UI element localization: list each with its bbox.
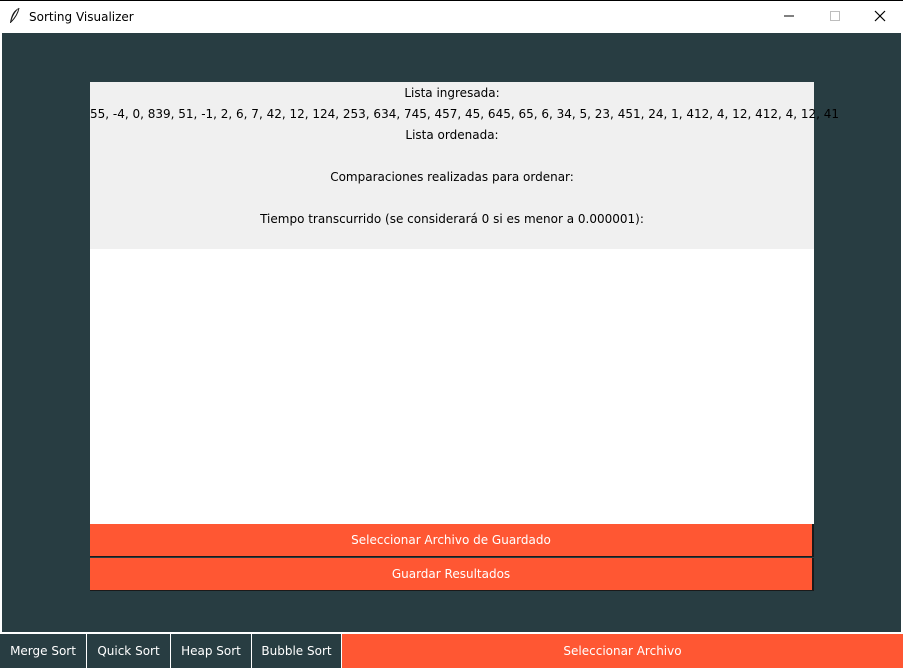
- input-list-values: 55, -4, 0, 839, 51, -1, 2, 6, 7, 42, 12,…: [90, 107, 840, 121]
- close-icon: [874, 10, 886, 22]
- visualization-canvas: [90, 249, 814, 524]
- info-panel: Lista ingresada: 55, -4, 0, 839, 51, -1,…: [90, 82, 840, 249]
- heap-sort-button[interactable]: Heap Sort: [171, 634, 252, 668]
- select-file-button[interactable]: Seleccionar Archivo: [342, 634, 903, 668]
- quick-sort-button[interactable]: Quick Sort: [87, 634, 171, 668]
- bubble-sort-button[interactable]: Bubble Sort: [252, 634, 342, 668]
- input-list-label: Lista ingresada:: [404, 86, 500, 100]
- comparisons-label: Comparaciones realizadas para ordenar:: [330, 170, 574, 184]
- maximize-icon: [830, 11, 840, 21]
- save-results-button[interactable]: Guardar Resultados: [90, 558, 814, 591]
- minimize-icon: [784, 15, 794, 17]
- close-button[interactable]: [857, 1, 903, 32]
- feather-icon: [8, 7, 22, 25]
- bottom-toolbar: Merge Sort Quick Sort Heap Sort Bubble S…: [0, 634, 903, 668]
- elapsed-time-label: Tiempo transcurrido (se considerará 0 si…: [260, 212, 644, 226]
- merge-sort-button[interactable]: Merge Sort: [0, 634, 87, 668]
- minimize-button[interactable]: [766, 1, 812, 32]
- sorted-list-label: Lista ordenada:: [405, 128, 499, 142]
- window-title: Sorting Visualizer: [29, 10, 134, 24]
- main-area: Lista ingresada: 55, -4, 0, 839, 51, -1,…: [2, 33, 901, 632]
- title-bar: Sorting Visualizer: [0, 0, 903, 32]
- select-save-file-button[interactable]: Seleccionar Archivo de Guardado: [90, 524, 814, 557]
- maximize-button[interactable]: [812, 1, 858, 32]
